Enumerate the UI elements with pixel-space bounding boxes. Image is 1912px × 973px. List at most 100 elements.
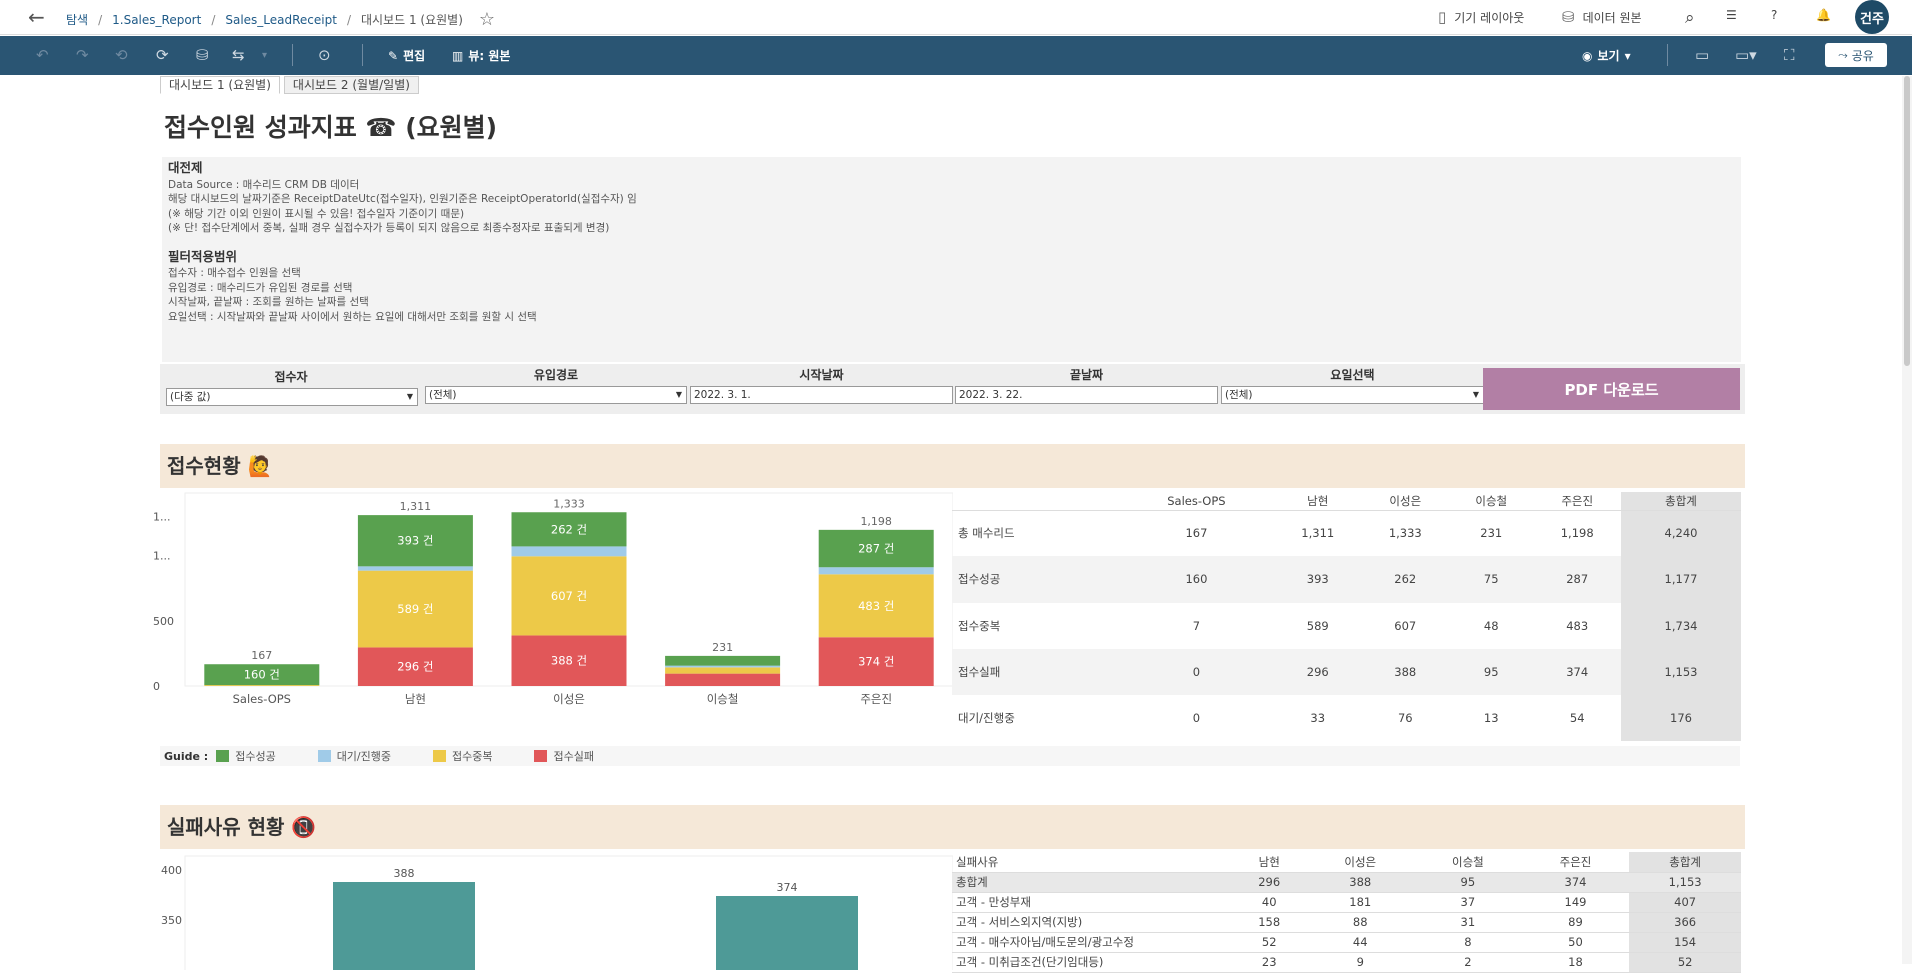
notes-line: 해당 대시보드의 날짜기준은 ReceiptDateUtc(접수일자), 인원기… — [168, 193, 637, 205]
bar-total-label: 1,198 — [860, 515, 892, 528]
table-cell: 388 — [1306, 872, 1415, 893]
table-cell: 296 — [1232, 872, 1307, 893]
y-tick-label: 500 — [153, 615, 174, 628]
start-date-input[interactable]: 2022. 3. 1. — [690, 386, 953, 404]
bar-value-label: 374 건 — [858, 655, 894, 669]
bar-segment[interactable] — [665, 673, 781, 686]
x-category-label: 이승철 — [707, 692, 739, 706]
replay-icon[interactable]: ⇆ — [232, 46, 245, 64]
table-cell: 50 — [1521, 932, 1630, 953]
favorite-star-icon[interactable]: ☆ — [479, 9, 495, 30]
receipt-status-table: Sales-OPS 남현 이성은 이승철 주은진 총합계 총 매수리드 167 1,311 1,3… — [952, 492, 1741, 742]
fullscreen-icon[interactable]: ⛶ — [1784, 46, 1795, 64]
table-cell: 388 — [1361, 648, 1450, 696]
chevron-down-icon[interactable]: ▾ — [262, 50, 267, 61]
x-category-label: 이성은 — [553, 692, 585, 706]
bell-icon[interactable]: 🔔 — [1816, 8, 1831, 22]
back-arrow-icon[interactable]: ← — [28, 5, 45, 29]
bar-value-label: 287 건 — [858, 542, 894, 556]
y-tick-label: 1... — [153, 550, 171, 563]
share-button[interactable]: ⤳ 공유 — [1825, 43, 1887, 67]
table-header: 이성은 — [1361, 492, 1450, 511]
receiver-filter-label: 접수자 — [274, 370, 308, 384]
table-header: 실패사유 — [952, 852, 1232, 873]
see-menu-button[interactable]: ◉ 보기 ▾ — [1582, 47, 1631, 64]
avatar[interactable]: 건주 — [1855, 0, 1889, 34]
failure-reason-chart: 350 400 388 374 — [161, 855, 953, 970]
bar-value-label: 483 건 — [858, 599, 894, 613]
watch-icon[interactable]: ☰ — [1726, 8, 1737, 22]
bar-segment[interactable] — [665, 665, 781, 668]
receiver-filter-value: (다중 값) — [170, 391, 211, 403]
bar-value-label: 296 건 — [397, 660, 433, 674]
channel-filter[interactable]: (전체) ▼ — [425, 386, 687, 404]
table-cell: 9 — [1306, 952, 1415, 973]
bar-segment[interactable] — [204, 685, 320, 686]
breadcrumb-root[interactable]: 탐색 — [66, 11, 88, 28]
table-row: 접수실패 0 296 388 95 374 1,153 — [952, 648, 1741, 696]
bar-segment[interactable] — [665, 667, 781, 674]
table-header: 이승철 — [1414, 852, 1522, 873]
bar-segment[interactable] — [818, 567, 934, 575]
revert-icon[interactable]: ⟲ — [115, 46, 128, 64]
bar-segment[interactable] — [511, 546, 627, 557]
table-cell: 176 — [1621, 695, 1741, 742]
table-cell: 37 — [1414, 892, 1522, 913]
table-cell: 2 — [1414, 952, 1522, 973]
bar-value-label: 607 건 — [551, 589, 587, 603]
device-layout-label: 기기 레이아웃 — [1454, 10, 1525, 25]
tab-dashboard-2[interactable]: 대시보드 2 (월별/일별) — [283, 76, 419, 94]
guide-item: 접수실패 — [534, 748, 594, 764]
pause-updates-icon[interactable]: ⛁ — [196, 46, 209, 64]
table-cell: 95 — [1414, 872, 1522, 893]
redo-icon[interactable]: ↷ — [76, 46, 89, 64]
weekday-filter[interactable]: (전체) ▼ — [1221, 386, 1484, 404]
refresh-data-icon[interactable]: ⟳ — [156, 46, 169, 64]
bar-segment[interactable] — [357, 566, 473, 571]
comment-icon[interactable]: ▭ — [1695, 46, 1709, 64]
device-layout-button[interactable]: ▯ 기기 레이아웃 — [1438, 8, 1524, 26]
x-category-label: 주은진 — [860, 692, 892, 706]
help-icon[interactable]: ? — [1771, 8, 1777, 22]
table-cell: 607 — [1394, 618, 1417, 633]
receiver-filter[interactable]: (다중 값) ▼ — [166, 388, 418, 406]
see-label: 보기 — [1597, 49, 1620, 63]
metrics-icon[interactable]: ⊙ — [318, 46, 331, 64]
vertical-scrollbar[interactable] — [1902, 76, 1912, 964]
edit-button[interactable]: ✎ 편집 — [388, 47, 425, 64]
legend-swatch — [433, 750, 446, 762]
table-cell: 23 — [1232, 952, 1307, 973]
table-cell: 접수중복 — [958, 618, 1001, 633]
pdf-download-button[interactable]: PDF 다운로드 — [1483, 368, 1740, 410]
table-cell: 1,153 — [1621, 648, 1741, 696]
table-cell: 296 — [1273, 648, 1362, 696]
table-cell: 33 — [1310, 711, 1326, 726]
y-tick-label: 400 — [161, 864, 182, 877]
table-cell: 40 — [1232, 892, 1307, 913]
data-source-button[interactable]: ⛁ 데이터 원본 — [1562, 8, 1642, 26]
page-title: 접수인원 성과지표 ☎ (요원별) — [164, 113, 498, 142]
view-original-button[interactable]: ▥ 뷰: 원본 — [452, 47, 510, 64]
table-cell: 158 — [1232, 912, 1307, 933]
bar-segment[interactable] — [665, 655, 781, 666]
bar-남현[interactable] — [333, 882, 475, 970]
bar-주은진[interactable] — [716, 896, 858, 970]
table-row: 대기/진행중 0 33 76 13 54 176 — [952, 695, 1741, 742]
breadcrumb-project[interactable]: 1.Sales_Report — [112, 13, 201, 27]
notes-panel: 대전제 Data Source : 매수리드 CRM DB 데이터 해당 대시보… — [162, 157, 1741, 362]
undo-icon[interactable]: ↶ — [36, 46, 49, 64]
table-cell: 589 — [1306, 618, 1329, 633]
table-cell: 고객 - 매수자아님/매도문의/광고수정 — [952, 932, 1232, 953]
table-cell: 접수성공 — [952, 556, 1119, 603]
breadcrumb-workbook[interactable]: Sales_LeadReceipt — [225, 13, 337, 27]
bar-value-label: 393 건 — [397, 534, 433, 548]
search-icon[interactable]: ⌕ — [1685, 8, 1695, 28]
end-date-input[interactable]: 2022. 3. 22. — [955, 386, 1218, 404]
table-row: 총 매수리드 167 1,311 1,333 231 1,198 4,240 — [952, 510, 1741, 557]
table-row: 고객 - 매수자아님/매도문의/광고수정 52 44 8 50 154 — [952, 932, 1741, 953]
table-header: 총합계 — [1629, 852, 1741, 873]
guide-item: 대기/진행중 — [317, 748, 391, 764]
table-cell: 89 — [1521, 912, 1630, 933]
present-icon[interactable]: ▭▾ — [1735, 46, 1757, 64]
tab-dashboard-1[interactable]: 대시보드 1 (요원별) — [160, 76, 280, 94]
